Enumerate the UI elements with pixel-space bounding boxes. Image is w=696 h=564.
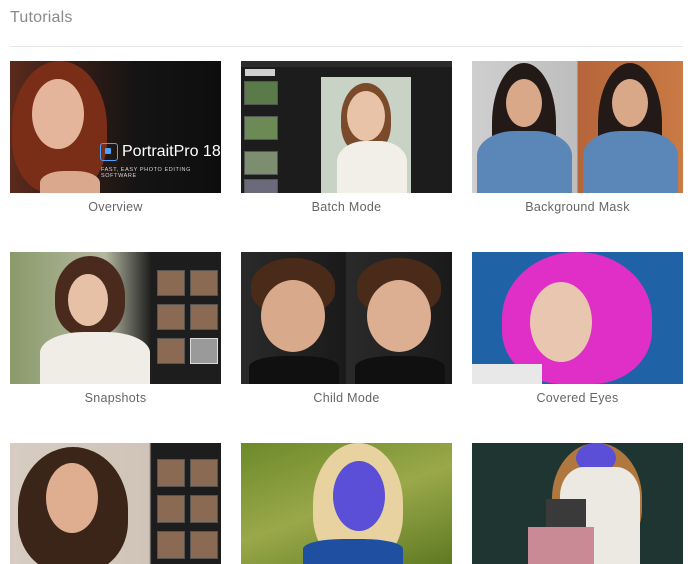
covered-eyes-thumbnail[interactable] — [472, 252, 683, 384]
child-mode-thumbnail[interactable] — [241, 252, 452, 384]
tutorial-caption[interactable]: Covered Eyes — [472, 391, 683, 405]
tutorial-card-covered-eyes[interactable]: Covered Eyes — [472, 252, 683, 405]
tutorial-caption[interactable]: Snapshots — [10, 391, 221, 405]
batch-mode-thumbnail[interactable] — [241, 61, 452, 193]
tutorial-thumbnail-9[interactable] — [472, 443, 683, 564]
tutorial-caption[interactable]: Child Mode — [241, 391, 452, 405]
tutorial-card-8[interactable] — [241, 443, 452, 564]
overview-thumbnail[interactable]: PortraitPro 18 FAST, EASY PHOTO EDITING … — [10, 61, 221, 193]
tutorials-page: Tutorials PortraitPro 18 FAST, EASY PHOT… — [0, 0, 696, 564]
tutorial-thumbnail-7[interactable] — [10, 443, 221, 564]
background-mask-thumbnail[interactable] — [472, 61, 683, 193]
page-title: Tutorials — [10, 9, 73, 26]
portraitpro-logo-text: PortraitPro 18 — [122, 143, 221, 160]
snapshots-thumbnail[interactable] — [10, 252, 221, 384]
portraitpro-logo-icon — [100, 143, 118, 161]
tutorial-card-child-mode[interactable]: Child Mode — [241, 252, 452, 405]
title-divider — [10, 46, 683, 47]
tutorial-card-background-mask[interactable]: Background Mask — [472, 61, 683, 214]
tutorial-card-batch-mode[interactable]: Batch Mode — [241, 61, 452, 214]
tutorial-thumbnail-8[interactable] — [241, 443, 452, 564]
tutorial-caption[interactable]: Batch Mode — [241, 200, 452, 214]
tutorial-card-overview[interactable]: PortraitPro 18 FAST, EASY PHOTO EDITING … — [10, 61, 221, 214]
tutorial-caption[interactable]: Background Mask — [472, 200, 683, 214]
tutorial-card-7[interactable] — [10, 443, 221, 564]
tutorial-card-snapshots[interactable]: Snapshots — [10, 252, 221, 405]
tutorial-card-9[interactable] — [472, 443, 683, 564]
tutorial-caption[interactable]: Overview — [10, 200, 221, 214]
portraitpro-tagline: FAST, EASY PHOTO EDITING SOFTWARE — [101, 167, 191, 179]
